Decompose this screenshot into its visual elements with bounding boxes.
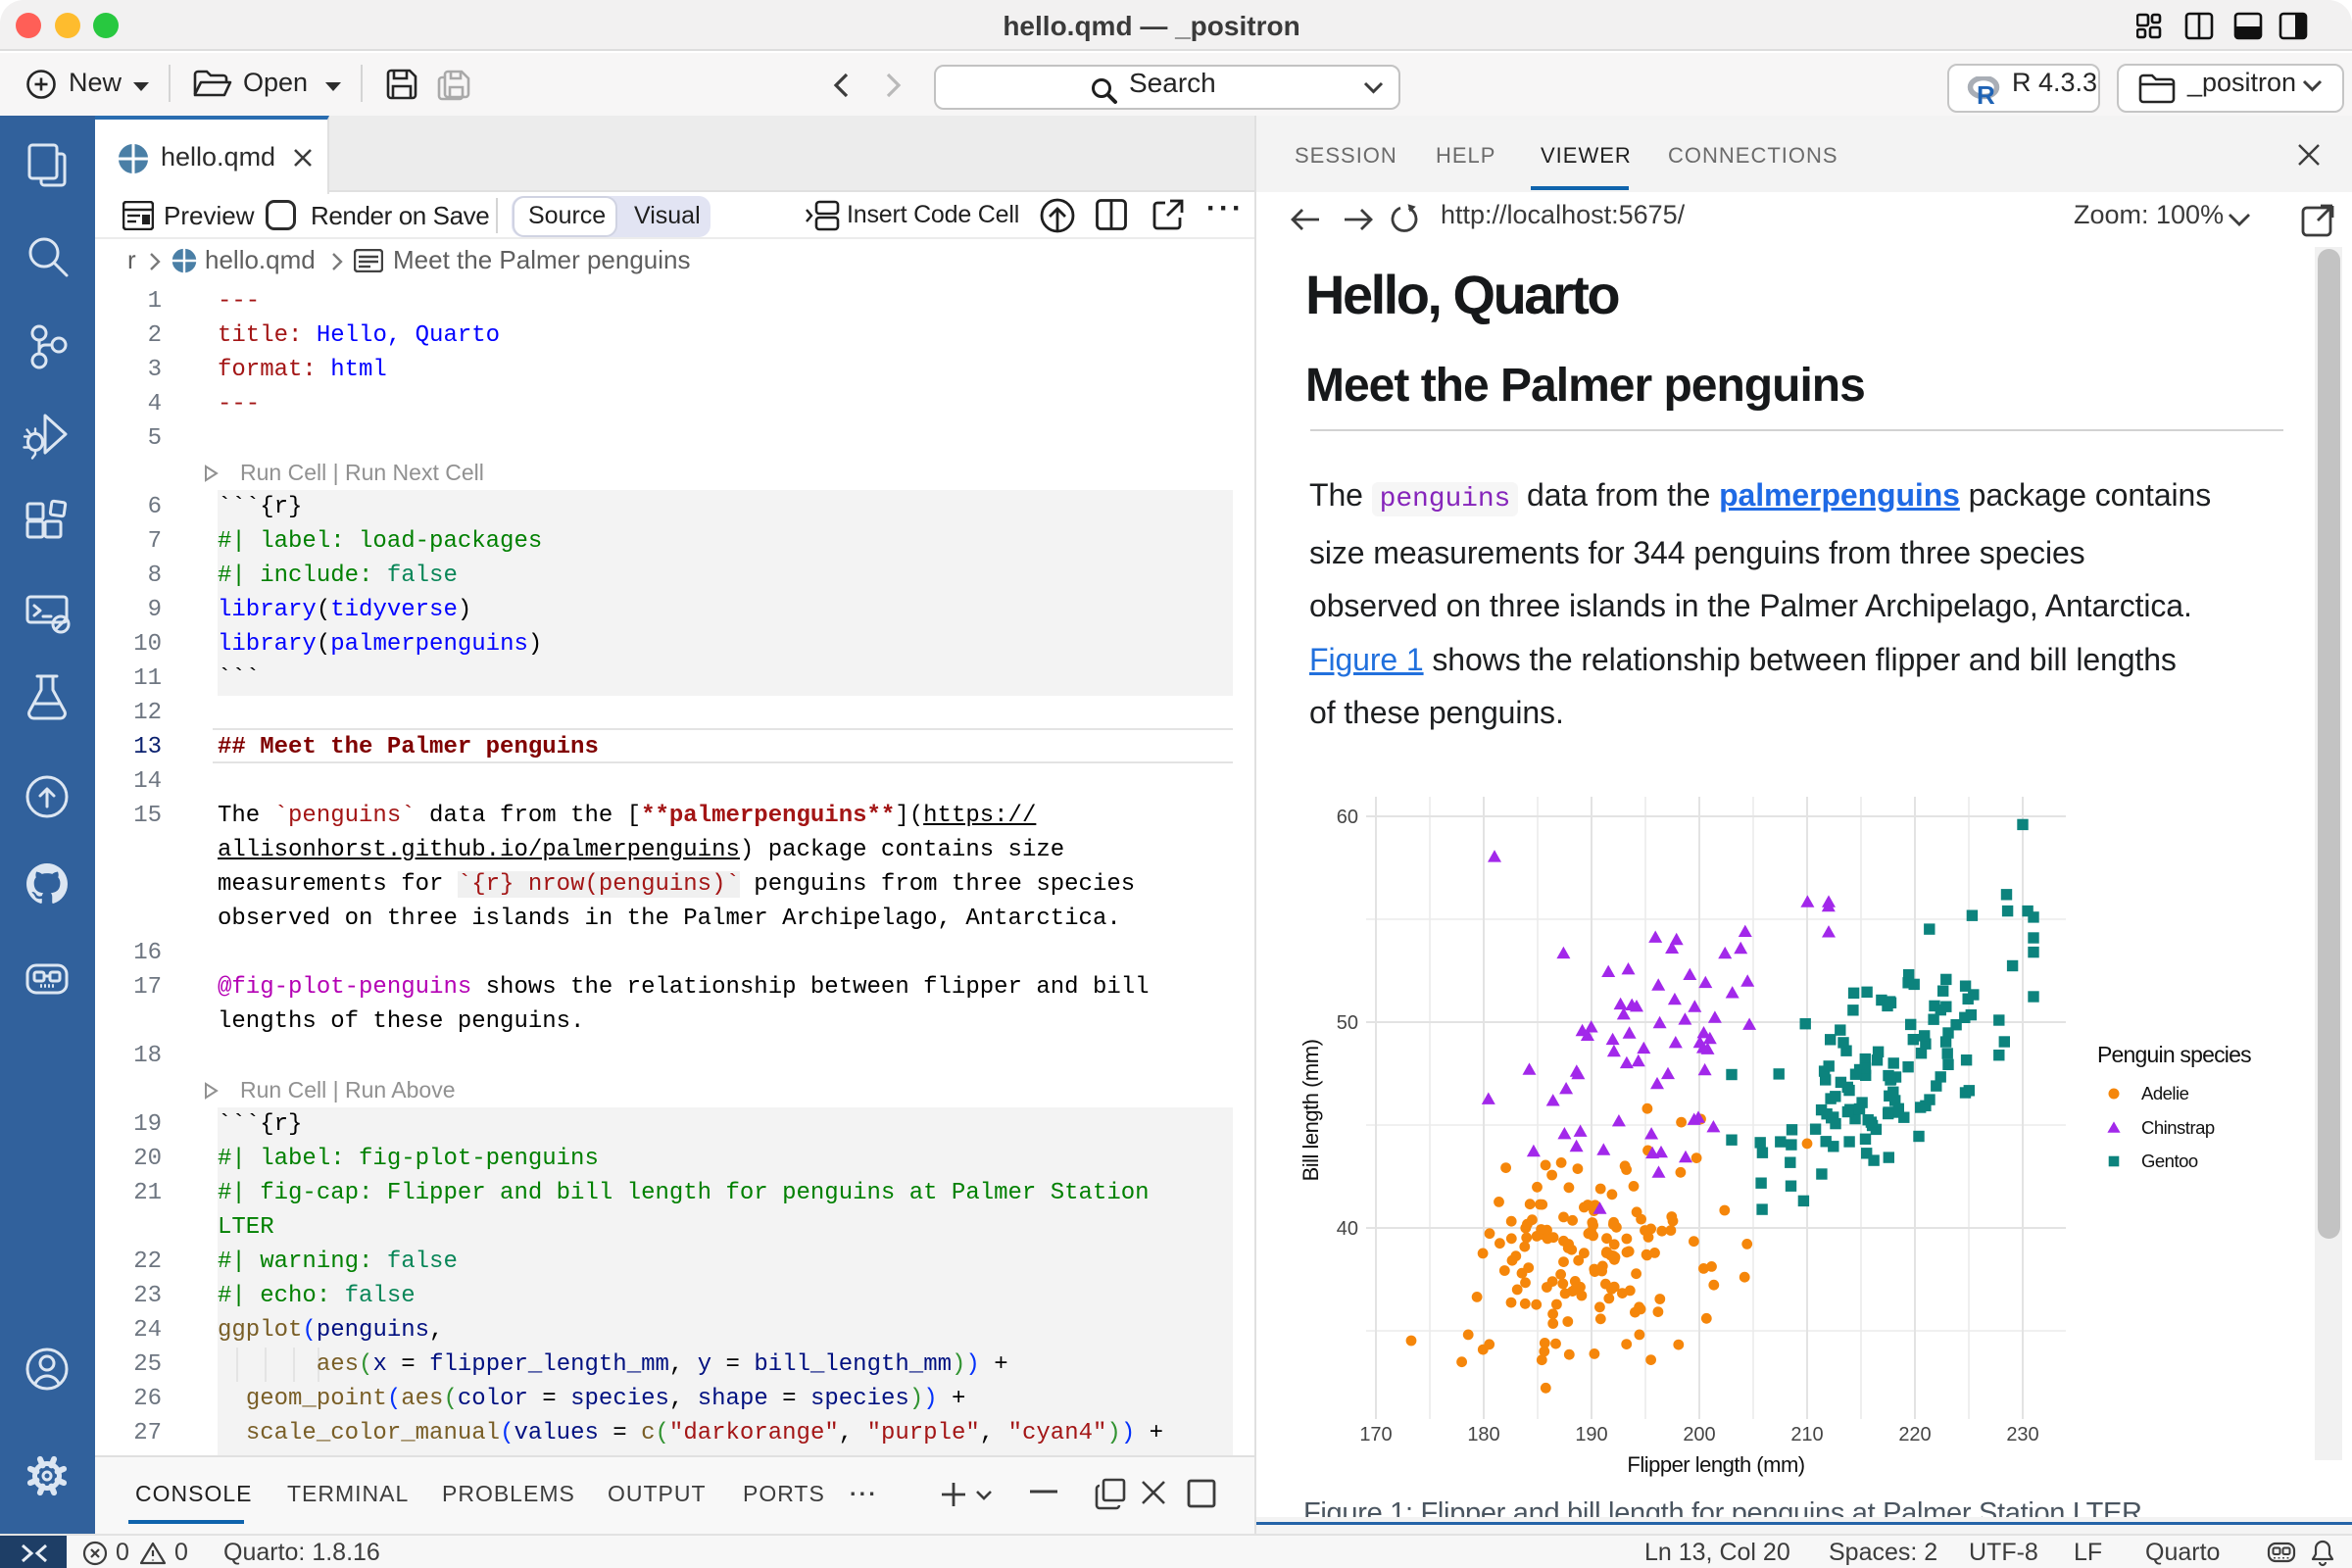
svg-text:40: 40 <box>1337 1218 1358 1240</box>
svg-text:Gentoo: Gentoo <box>2141 1151 2198 1171</box>
svg-text:210: 210 <box>1790 1424 1823 1446</box>
svg-text:50: 50 <box>1337 1012 1358 1034</box>
svg-text:Penguin species: Penguin species <box>2097 1042 2251 1067</box>
svg-text:190: 190 <box>1575 1424 1607 1446</box>
svg-text:220: 220 <box>1898 1424 1931 1446</box>
svg-text:200: 200 <box>1683 1424 1715 1446</box>
svg-text:170: 170 <box>1359 1424 1392 1446</box>
svg-text:R: R <box>1977 80 1995 110</box>
svg-text:230: 230 <box>2006 1424 2038 1446</box>
svg-text:Flipper length (mm): Flipper length (mm) <box>1627 1452 1804 1477</box>
svg-text:180: 180 <box>1467 1424 1499 1446</box>
svg-text:60: 60 <box>1337 807 1358 828</box>
svg-text:Adelie: Adelie <box>2141 1083 2189 1103</box>
svg-text:Bill length (mm): Bill length (mm) <box>1298 1040 1323 1182</box>
svg-text:Chinstrap: Chinstrap <box>2141 1117 2215 1138</box>
